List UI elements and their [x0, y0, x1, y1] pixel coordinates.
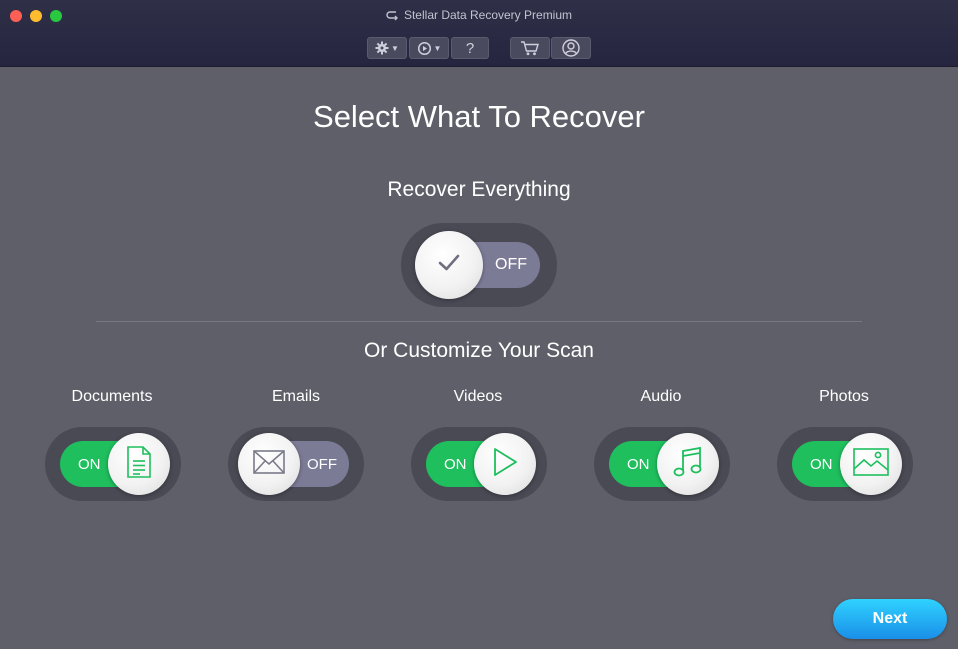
emails-label: Emails: [271, 388, 320, 405]
toggle-state-label: ON: [78, 455, 101, 473]
app-logo-icon: [386, 10, 400, 25]
toggle-state-label: ON: [810, 455, 833, 473]
window-title: Stellar Data Recovery Premium: [0, 8, 958, 25]
history-button[interactable]: ▼: [409, 37, 449, 59]
toggle-knob[interactable]: [238, 433, 300, 495]
music-icon: [673, 446, 703, 483]
next-button[interactable]: Next: [833, 599, 947, 639]
toggle-knob[interactable]: [415, 231, 483, 299]
gear-icon: [375, 41, 389, 55]
toggle-state-label: ON: [444, 455, 467, 473]
account-button[interactable]: [551, 37, 591, 59]
documents-toggle[interactable]: ON: [45, 427, 181, 501]
videos-toggle[interactable]: ON: [411, 427, 547, 501]
user-icon: [562, 39, 580, 57]
recover-everything-toggle[interactable]: OFF: [401, 223, 557, 307]
emails-toggle[interactable]: OFF: [228, 427, 364, 501]
toggle-knob[interactable]: [108, 433, 170, 495]
chevron-down-icon: ▼: [433, 43, 442, 53]
play-icon: [492, 447, 518, 482]
history-icon: [417, 41, 432, 56]
cart-icon: [520, 40, 540, 56]
settings-button[interactable]: ▼: [367, 37, 407, 59]
section-divider: [96, 321, 862, 322]
help-button[interactable]: ?: [451, 37, 489, 59]
toggle-state-label: ON: [627, 455, 650, 473]
chevron-down-icon: ▼: [391, 43, 399, 53]
checkmark-icon: [437, 253, 461, 278]
toggle-state-label: OFF: [495, 256, 527, 273]
toggle-knob[interactable]: [840, 433, 902, 495]
audio-toggle[interactable]: ON: [594, 427, 730, 501]
photos-toggle[interactable]: ON: [777, 427, 913, 501]
recover-everything-label: Recover Everything: [387, 178, 571, 201]
customize-scan-heading: Or Customize Your Scan: [364, 339, 594, 362]
photo-icon: [853, 447, 889, 481]
help-icon: ?: [465, 39, 475, 57]
email-icon: [253, 449, 285, 479]
window-title-text: Stellar Data Recovery Premium: [403, 8, 573, 22]
toggle-state-label: OFF: [307, 455, 337, 473]
audio-label: Audio: [640, 388, 682, 405]
documents-label: Documents: [71, 388, 153, 405]
toggle-knob[interactable]: [657, 433, 719, 495]
title-bar: Stellar Data Recovery Premium ▼ ▼ ?: [0, 0, 958, 67]
cart-button[interactable]: [510, 37, 550, 59]
toggle-knob[interactable]: [474, 433, 536, 495]
document-icon: [126, 445, 152, 483]
page-title: Select What To Recover: [313, 99, 645, 134]
photos-label: Photos: [819, 388, 869, 405]
videos-label: Videos: [453, 388, 503, 405]
